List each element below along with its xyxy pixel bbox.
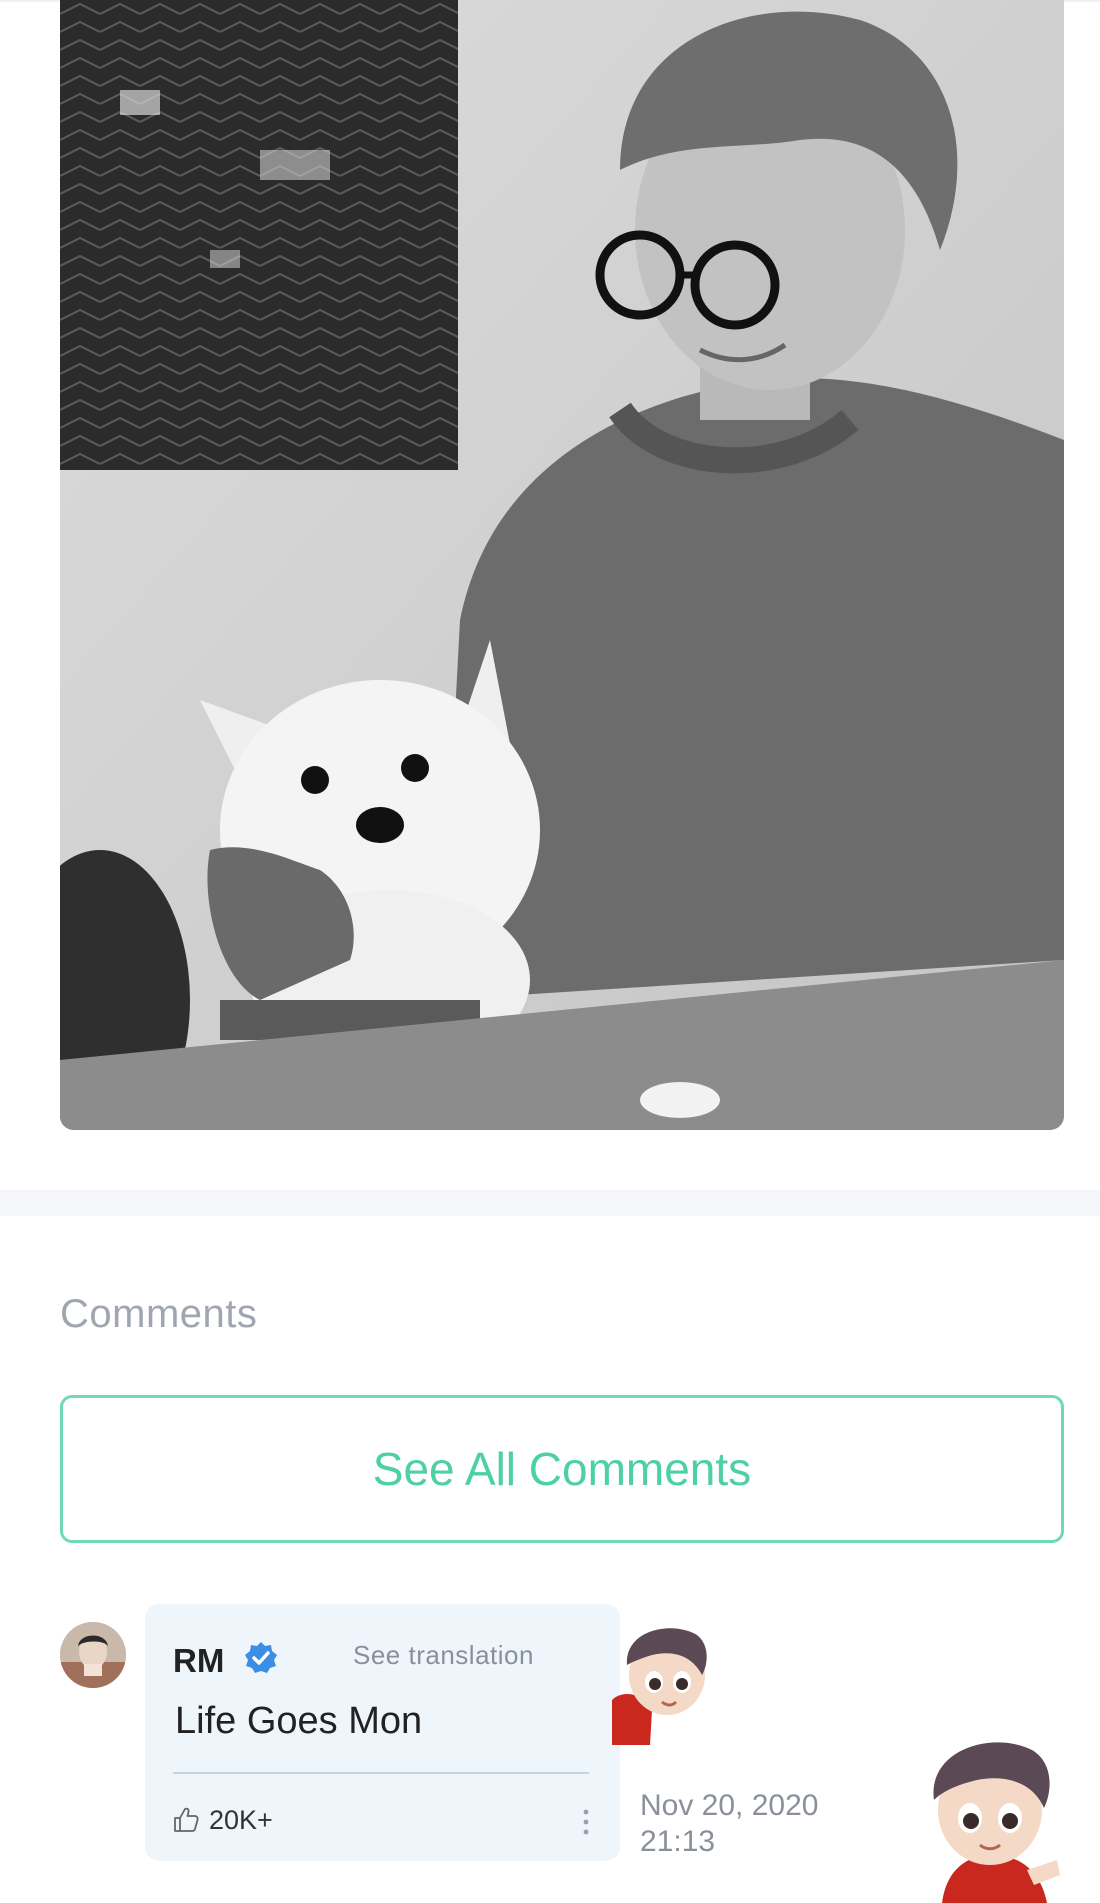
like-count: 20K+	[209, 1804, 273, 1835]
avatar[interactable]	[60, 1622, 126, 1688]
verified-badge-icon	[245, 1642, 277, 1673]
comment-item: RM See translation Life Goes Mon 20K+ No…	[0, 1600, 1100, 1903]
more-options-icon[interactable]	[579, 1804, 593, 1840]
photo-person-with-dog-image	[60, 0, 1064, 1130]
comment-time: 21:13	[640, 1825, 716, 1858]
comments-heading: Comments	[60, 1292, 258, 1336]
comment-divider	[173, 1772, 589, 1774]
like-button[interactable]: 20K+	[171, 1800, 273, 1840]
see-all-comments-button[interactable]: See All Comments	[60, 1395, 1064, 1543]
thumbs-up-icon	[174, 1807, 199, 1832]
post-photo[interactable]	[60, 0, 1064, 1130]
comment-date: Nov 20, 2020	[640, 1789, 819, 1822]
comment-timestamp: Nov 20, 2020 21:13	[640, 1788, 818, 1860]
character-sticker-large	[933, 1742, 1060, 1903]
see-translation-link[interactable]: See translation	[353, 1640, 534, 1671]
character-sticker-small	[612, 1628, 707, 1745]
comment-bubble: RM See translation Life Goes Mon 20K+	[145, 1604, 620, 1861]
section-divider	[0, 1190, 1100, 1216]
avatar-image	[60, 1622, 126, 1688]
comment-text: Life Goes Mon	[175, 1700, 423, 1742]
comment-author[interactable]: RM	[173, 1642, 224, 1680]
